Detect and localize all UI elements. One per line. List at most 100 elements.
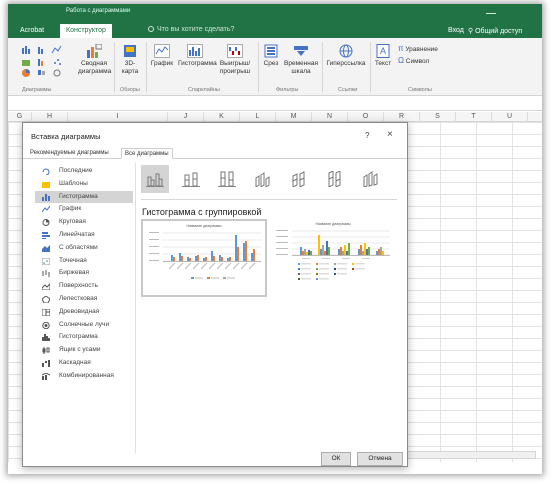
summary-chart-label: Сводная диаграмма: [78, 60, 112, 75]
tell-me-search[interactable]: Что вы хотите сделать?: [148, 26, 234, 33]
column-header[interactable]: H: [32, 112, 68, 122]
close-icon[interactable]: ×: [387, 129, 393, 140]
formula-bar[interactable]: [8, 97, 542, 111]
text-button[interactable]: A Текст: [374, 44, 392, 68]
slicer-button[interactable]: Срез: [262, 44, 280, 68]
chart-type-combo[interactable]: Комбинированная: [35, 370, 133, 383]
horizontal-scrollbar[interactable]: [396, 451, 536, 459]
chart-type-surface[interactable]: Поверхность: [35, 280, 133, 293]
chart-types-gallery-icon[interactable]: [20, 44, 72, 78]
chart-preview-2[interactable]: Название диаграммы: [270, 219, 396, 297]
scatter-chart-icon: [42, 257, 50, 265]
hyperlink-button[interactable]: Гиперссылка: [326, 44, 366, 68]
subtype-clustered-column[interactable]: [141, 165, 169, 193]
3d-percent-stacked-column-icon: [328, 171, 341, 187]
column-header[interactable]: R: [384, 112, 420, 122]
help-button[interactable]: ?: [365, 131, 369, 140]
insert-chart-dialog: Вставка диаграммы ? × Рекомендуемые диаг…: [22, 122, 408, 467]
subtype-stacked-column[interactable]: [177, 165, 205, 193]
waterfall-chart-icon: [42, 359, 50, 367]
chart-type-histogram[interactable]: Гистограмма: [35, 331, 133, 344]
histogram-chart-icon: [42, 334, 50, 342]
hyperlink-label: Гиперссылка: [326, 60, 366, 67]
chart-type-label: Каскадная: [59, 358, 91, 366]
preview-chart-2-plot: [276, 230, 390, 280]
column-header[interactable]: L: [240, 112, 276, 122]
timeline-icon: [294, 46, 308, 56]
equation-label: Уравнение: [405, 46, 438, 53]
column-header[interactable]: N: [312, 112, 348, 122]
chart-type-boxwhisker[interactable]: Ящик с усами: [35, 344, 133, 357]
subtype-100-stacked-column[interactable]: [213, 165, 241, 193]
chart-type-pie[interactable]: Круговая: [35, 216, 133, 229]
chart-subtype-row: [141, 165, 391, 195]
sparkline-winloss-button[interactable]: Выигрыш/ проигрыш: [218, 44, 252, 76]
summary-chart-button[interactable]: Сводная диаграмма: [78, 44, 112, 76]
group-label-sparklines: Спарклайны: [188, 87, 220, 93]
chart-type-area[interactable]: С областями: [35, 242, 133, 255]
chart-type-label: Круговая: [59, 218, 86, 226]
chart-type-templates[interactable]: Шаблоны: [35, 178, 133, 191]
column-header[interactable]: K: [204, 112, 240, 122]
subtype-3d-column[interactable]: [357, 165, 385, 193]
tab-all-charts[interactable]: Все диаграммы: [121, 148, 173, 159]
bar-chart-icon: [42, 231, 50, 239]
chart-type-sunburst[interactable]: Солнечные лучи: [35, 319, 133, 332]
cancel-button[interactable]: Отмена: [357, 452, 403, 466]
column-header[interactable]: I: [68, 112, 168, 122]
treemap-chart-icon: [42, 308, 50, 316]
3d-stacked-column-icon: [292, 171, 305, 187]
equation-button[interactable]: π Уравнение: [398, 45, 458, 54]
chart-type-label: Ящик с усами: [59, 346, 101, 354]
clustered-column-icon: [146, 173, 164, 187]
sparkline-graph-button[interactable]: График: [150, 44, 174, 68]
group-label-links: Ссылки: [338, 87, 358, 93]
sparkline-column-button[interactable]: Гистограмма: [178, 44, 217, 68]
subtype-3d-100-stacked-column[interactable]: [321, 165, 349, 193]
chart-type-radar[interactable]: Лепестковая: [35, 293, 133, 306]
timeline-button[interactable]: Временная шкала: [284, 44, 318, 76]
surface-chart-icon: [42, 283, 50, 291]
map3d-button[interactable]: 3D-карта: [118, 44, 142, 76]
column-header[interactable]: U: [492, 112, 528, 122]
tab-constructor[interactable]: Конструктор: [60, 24, 112, 38]
symbol-button[interactable]: Ω Символ: [398, 57, 458, 66]
chart-type-label: Точечная: [59, 256, 87, 264]
tab-acrobat[interactable]: Acrobat: [20, 24, 44, 38]
signin-link[interactable]: Вход: [448, 27, 464, 34]
column-header[interactable]: S: [420, 112, 456, 122]
column-header[interactable]: T: [456, 112, 492, 122]
subtype-3d-clustered-column[interactable]: [249, 165, 277, 193]
box-whisker-icon: [42, 347, 50, 355]
minimize-icon[interactable]: [486, 6, 496, 14]
tell-me-text: Что вы хотите сделать?: [157, 26, 235, 33]
subtype-3d-stacked-column[interactable]: [285, 165, 313, 193]
chart-type-stock[interactable]: Биржевая: [35, 267, 133, 280]
chart-type-waterfall[interactable]: Каскадная: [35, 357, 133, 370]
chart-type-label: Гистограмма: [59, 192, 98, 200]
column-header[interactable]: M: [276, 112, 312, 122]
chart-type-line[interactable]: График: [35, 203, 133, 216]
chart-type-label: Гистограмма: [59, 333, 98, 341]
dialog-title: Вставка диаграммы: [31, 132, 101, 141]
column-header[interactable]: G: [8, 112, 32, 122]
chart-type-column[interactable]: Гистограмма: [35, 190, 133, 204]
subtype-divider: [141, 199, 397, 200]
column-headers: G H I J K L M N O R S T U: [8, 112, 542, 122]
chart-type-treemap[interactable]: Древовидная: [35, 306, 133, 319]
map3d-label: 3D-карта: [121, 60, 139, 75]
tab-recommended-charts[interactable]: Рекомендуемые диаграммы: [27, 148, 112, 159]
column-header[interactable]: O: [348, 112, 384, 122]
person-icon: ⚲: [468, 28, 474, 35]
ok-button[interactable]: ОК: [321, 452, 351, 466]
chart-type-recent[interactable]: Последние: [35, 165, 133, 178]
share-button[interactable]: ⚲ Общий доступ: [468, 27, 522, 35]
column-header[interactable]: J: [168, 112, 204, 122]
slicer-label: Срез: [263, 60, 279, 67]
chart-preview-1[interactable]: Название диаграммы: [141, 219, 267, 297]
ribbon-separator: [370, 42, 371, 92]
chart-type-bar[interactable]: Линейчатая: [35, 229, 133, 242]
chart-type-scatter[interactable]: Точечная: [35, 255, 133, 268]
screenshot-frame: Работа с диаграммами Acrobat Конструктор…: [8, 4, 542, 474]
sparkline-graph-label: График: [150, 60, 174, 67]
